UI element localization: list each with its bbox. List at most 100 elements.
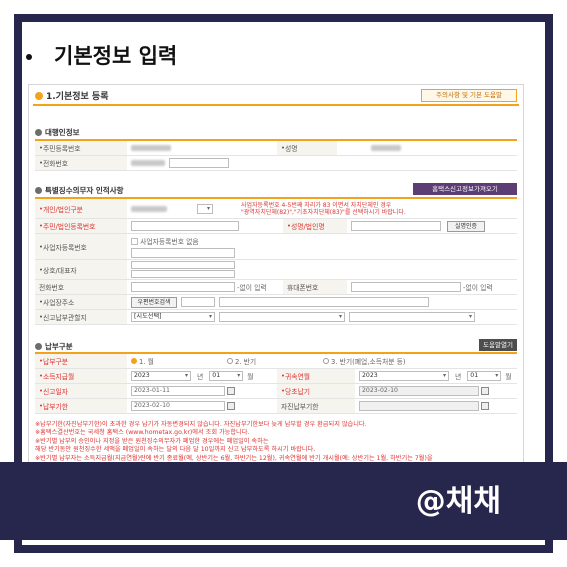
bizno-none-option[interactable]: 사업자등록번호 없음 [131, 236, 199, 246]
attr-month-value: 2023 년 01월 [355, 369, 512, 383]
report-date-value: 2023-01-11 [127, 384, 277, 398]
bizno-value: 사업자등록번호 없음 [127, 234, 235, 259]
opt3-text: 3. 반기(폐업,소득처분 등) [331, 358, 406, 366]
city-select[interactable] [219, 312, 345, 322]
opt-half-closed[interactable]: 3. 반기(폐업,소득처분 등) [319, 354, 406, 368]
zip-input[interactable] [181, 297, 215, 307]
row-label: • 성명 [277, 141, 337, 155]
mobile-input[interactable] [351, 282, 461, 292]
title-divider [33, 104, 519, 106]
name-label: 성명/법인명 [291, 223, 325, 231]
page-headline: 기본정보 입력 [26, 40, 177, 70]
pay-due-input[interactable]: 2023-02-10 [131, 401, 225, 411]
opt-half[interactable]: 2. 반기 [223, 354, 319, 368]
attr-month-select[interactable]: 01 [467, 371, 502, 381]
agent-phone-input[interactable] [169, 158, 229, 168]
row-label: • 사업자등록번호 [35, 234, 127, 259]
agent-phone-label: 전화번호 [43, 160, 69, 168]
row-label: 휴대폰번호 [283, 280, 347, 294]
table-row: • 주민/법인등록번호 • 성명/법인명 실명인증 [35, 219, 517, 234]
phone-label: 전화번호 [39, 284, 65, 292]
month-unit: 월 [247, 373, 254, 381]
radio-selected[interactable] [131, 358, 137, 364]
table-row: • 신고납부관할지 [시도선택] [35, 310, 517, 325]
payment-help-button[interactable]: 도움말열기 [479, 339, 517, 351]
bizno-none-text: 사업자등록번호 없음 [140, 237, 199, 246]
income-month-select[interactable]: 01 [209, 371, 244, 381]
row-label: • 성명/법인명 [283, 219, 347, 233]
row-label: • 신고일자 [35, 384, 127, 398]
due-date-label: 당초납기 [285, 388, 311, 396]
section-payment-title: 납부구분 [45, 342, 73, 351]
type-select[interactable] [197, 203, 213, 214]
phone-input[interactable] [131, 282, 235, 292]
bizno-input[interactable] [131, 247, 235, 258]
name-input[interactable] [351, 221, 441, 231]
representative-input[interactable] [131, 270, 235, 278]
note-line: ※홈택스결산번호는 국세청 홈택스 (www.hometax.go.kr)에서 … [35, 429, 250, 437]
address-input[interactable] [219, 297, 429, 307]
opt-monthly[interactable]: 1. 월 [127, 354, 223, 368]
opt1-text: 1. 월 [139, 358, 154, 366]
agent-name-value [337, 141, 401, 155]
income-month-value: 2023 년 01월 [127, 369, 277, 383]
section-special: 특별징수의무자 인적사항 [35, 185, 124, 196]
attr-year-select[interactable]: 2023 [359, 371, 449, 381]
kind-label: 납부구분 [43, 358, 69, 366]
opt2-text: 2. 반기 [235, 358, 257, 366]
row-label: • 당초납기 [277, 384, 355, 398]
row-label: • 전화번호 [35, 156, 127, 170]
help-button[interactable]: 주의사항 및 기본 도움말 [421, 89, 517, 102]
row-label: • 납부기한 [35, 399, 127, 413]
note-line: ※반기별 납부의 승인이나 지정을 받은 원천징수의무자가 폐업한 경우에는 폐… [35, 437, 269, 445]
masked-value [131, 145, 171, 151]
company-input[interactable] [131, 261, 235, 269]
special-note: 사업자등록번호 4-5번째 자리가 83 이면서 자치단체인 경우 "광역자치단… [237, 199, 406, 218]
masked-value [371, 145, 401, 151]
month-unit: 월 [505, 373, 512, 381]
year-unit: 년 [455, 373, 462, 381]
row-label: • 신고납부관할지 [35, 310, 127, 324]
self-pay-input[interactable] [359, 401, 479, 411]
form-screenshot: 1.기본정보 등록 주의사항 및 기본 도움말 대행인정보 • 주민등록번호 •… [28, 84, 524, 469]
address-label: 사업장주소 [43, 299, 75, 307]
report-date-input[interactable]: 2023-01-11 [131, 386, 225, 396]
row-label: • 주민/법인등록번호 [35, 219, 127, 233]
phone-value: -없이 입력 [127, 280, 283, 294]
headline-text: 기본정보 입력 [54, 44, 178, 68]
hometax-import-button[interactable]: 홈택스신고정보가져오기 [413, 183, 517, 195]
income-year-select[interactable]: 2023 [131, 371, 191, 381]
company-label: 상호/대표자 [43, 266, 77, 275]
calendar-icon[interactable] [481, 402, 489, 410]
section-payment: 납부구분 [35, 341, 73, 352]
resident-input[interactable] [131, 221, 239, 231]
real-name-button[interactable]: 실명인증 [447, 220, 485, 232]
calendar-icon[interactable] [227, 402, 235, 410]
due-date-input[interactable]: 2023-02-10 [359, 386, 479, 396]
table-row: • 개인/법인구분 사업자등록번호 4-5번째 자리가 83 이면서 자치단체인… [35, 199, 517, 219]
zip-search-button[interactable]: 우편번호검색 [131, 296, 177, 308]
region-value: [시도선택] [127, 310, 475, 324]
due-date-value: 2023-02-10 [355, 384, 489, 398]
province-select[interactable]: [시도선택] [131, 312, 215, 322]
phone-hint: -없이 입력 [237, 284, 267, 292]
resident-value [127, 219, 283, 233]
radio[interactable] [323, 358, 329, 364]
radio[interactable] [227, 358, 233, 364]
form-title: 1.기본정보 등록 [35, 89, 109, 102]
special-note-line2: "광역자치단체(82)","기초자치단체(83)"를 선택하시기 바랍니다. [241, 208, 406, 216]
table-row: • 소득지급월 2023년01월 • 귀속연월 2023년01월 [35, 369, 517, 384]
row-label: 자진납부기한 [277, 399, 355, 413]
special-note-line1: 사업자등록번호 4-5번째 자리가 83 이면서 자치단체인 경우 [241, 201, 392, 209]
calendar-icon[interactable] [227, 387, 235, 395]
self-pay-value [355, 399, 489, 413]
section-icon [35, 129, 42, 136]
calendar-icon[interactable] [481, 387, 489, 395]
row-label: • 납부구분 [35, 354, 127, 368]
district-select[interactable] [349, 312, 475, 322]
bullet-icon [26, 54, 32, 60]
checkbox[interactable] [131, 237, 138, 245]
note-line: 해당 반기동안 원천징수한 세액을 폐업일이 속하는 달의 다음 달 10일까지… [35, 446, 316, 454]
form-title-text: 1.기본정보 등록 [46, 92, 109, 102]
masked-value [131, 205, 167, 212]
